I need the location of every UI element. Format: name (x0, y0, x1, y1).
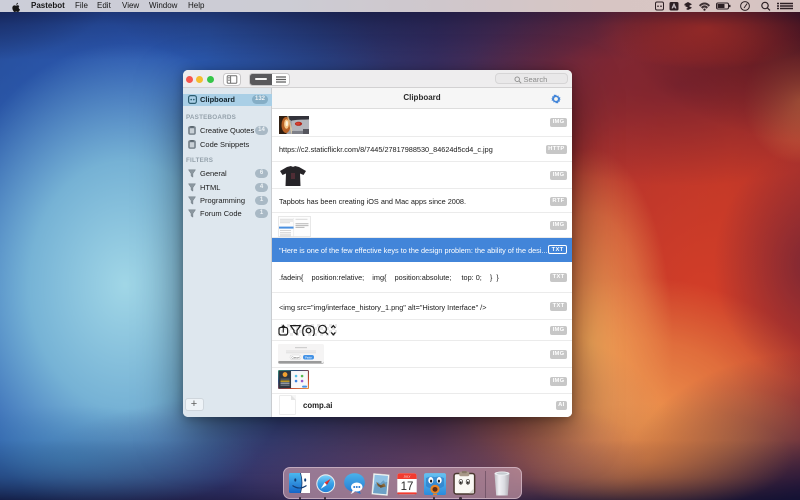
svg-text:17: 17 (400, 482, 413, 494)
svg-text:Paste: Paste (305, 355, 312, 359)
svg-text:JULY: JULY (403, 475, 410, 479)
svg-text:Cancel: Cancel (291, 355, 299, 359)
